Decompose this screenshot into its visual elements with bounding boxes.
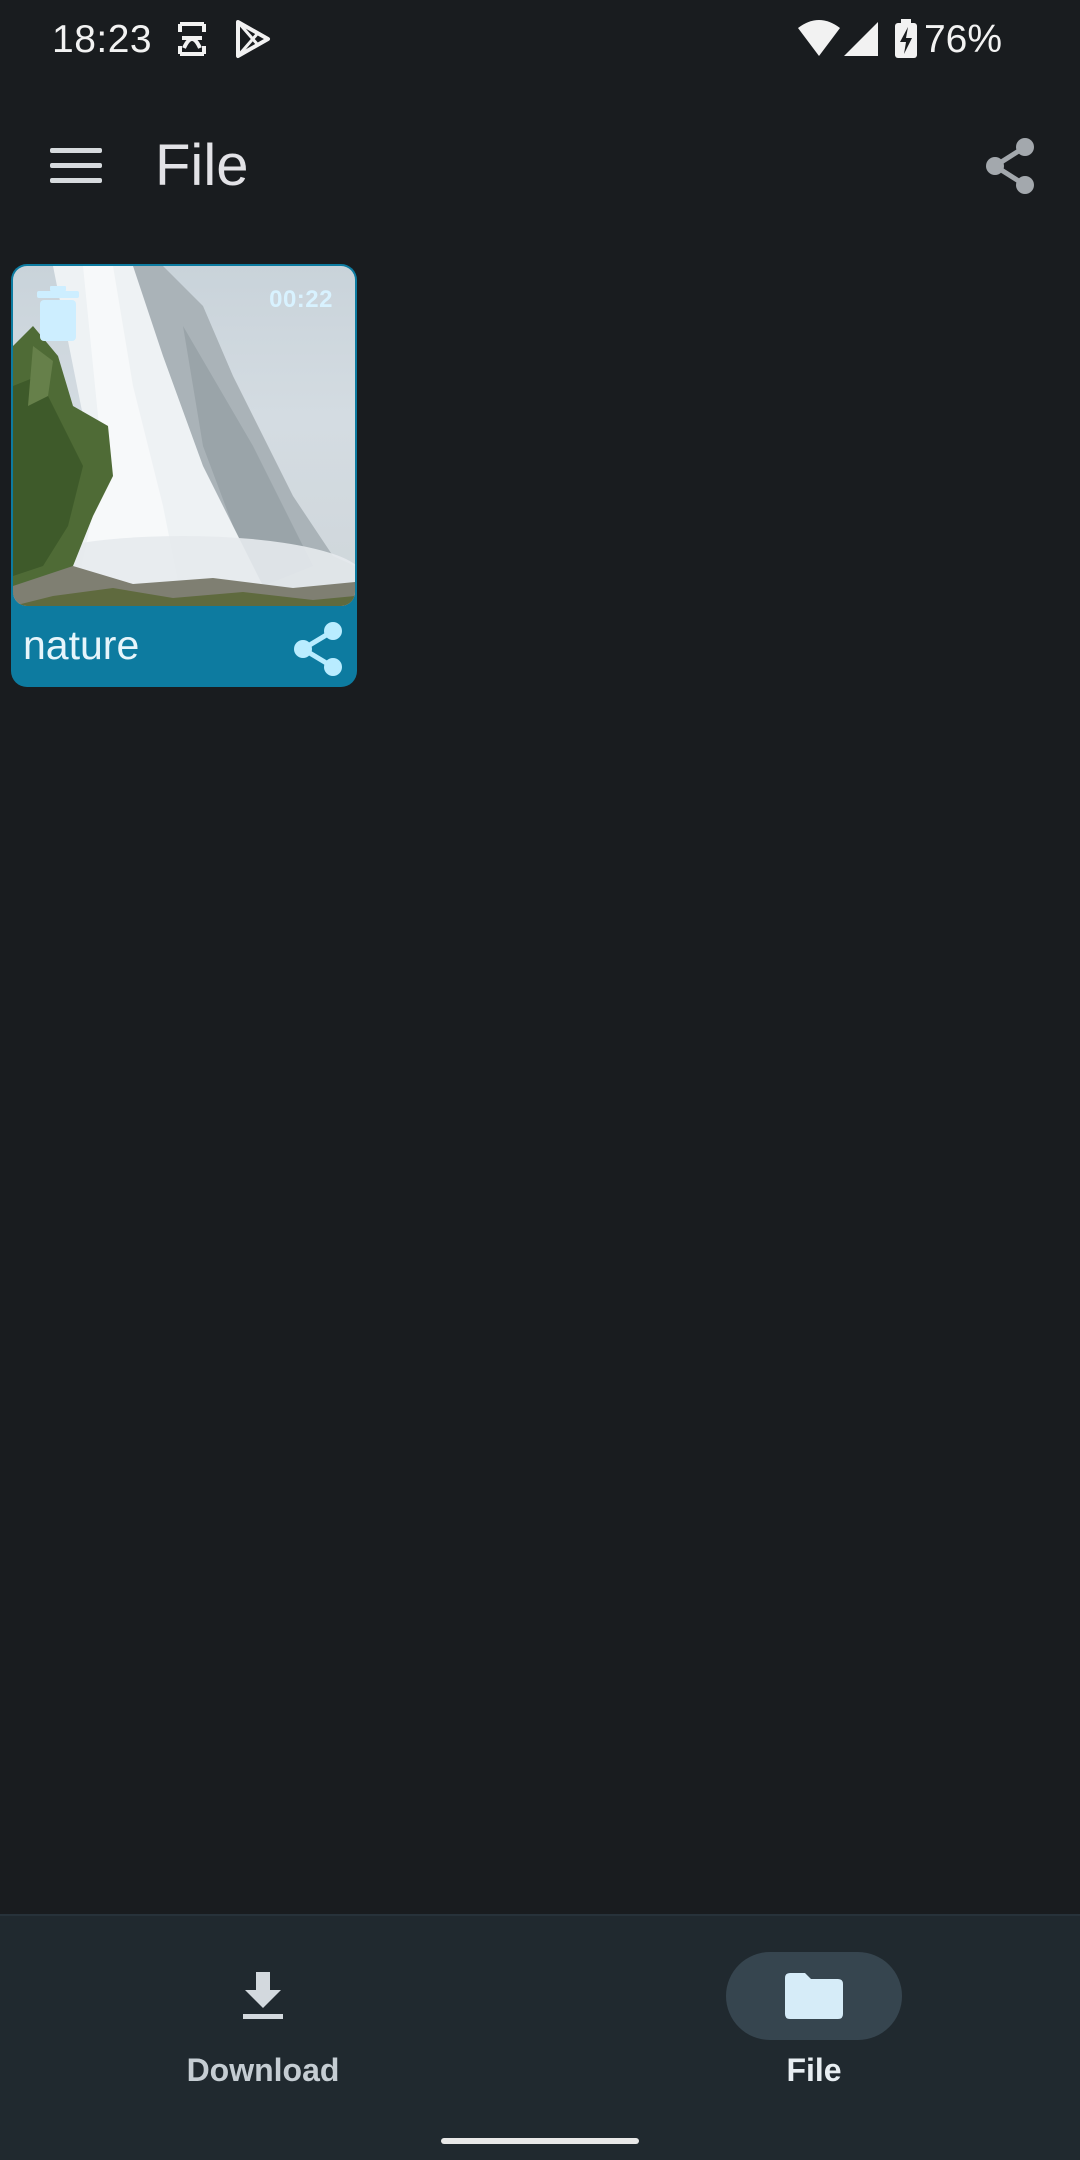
- battery-charging-icon: [892, 18, 920, 60]
- page-title: File: [155, 133, 249, 198]
- file-share-button[interactable]: [285, 616, 351, 682]
- bottom-navigation: Download File: [0, 1914, 1080, 2160]
- wifi-icon: [796, 18, 842, 60]
- nav-selected-indicator: [726, 1952, 902, 2040]
- nav-item-file[interactable]: File: [684, 1952, 944, 2092]
- video-duration: 00:22: [269, 286, 333, 313]
- top-app-bar: File: [0, 100, 1080, 230]
- menu-button[interactable]: [40, 130, 112, 202]
- share-icon: [294, 622, 342, 676]
- nav-item-download[interactable]: Download: [133, 1952, 393, 2092]
- download-icon: [243, 1972, 283, 2019]
- video-thumbnail[interactable]: 00:22: [13, 266, 355, 606]
- cell-signal-icon: [842, 18, 882, 60]
- app-notification-icon: [172, 18, 212, 60]
- nav-label-file: File: [786, 2052, 842, 2088]
- share-button[interactable]: [974, 130, 1046, 202]
- status-time: 18:23: [52, 18, 153, 61]
- home-indicator[interactable]: [441, 2138, 639, 2144]
- nav-label-download: Download: [186, 2052, 340, 2088]
- screen: 18:23 76% File 00:22 nature Download Fil…: [0, 0, 1080, 2160]
- folder-icon: [785, 1973, 843, 2019]
- hamburger-menu-icon: [50, 148, 102, 183]
- status-bar: 18:23 76%: [0, 0, 1080, 80]
- delete-button[interactable]: [35, 286, 81, 342]
- file-card[interactable]: 00:22 nature: [11, 264, 357, 687]
- file-name: nature: [23, 622, 140, 668]
- trash-icon: [37, 286, 79, 341]
- play-store-icon: [232, 18, 272, 60]
- nav-icon-container: [175, 1952, 351, 2040]
- share-icon: [986, 138, 1034, 194]
- battery-percentage: 76%: [923, 18, 1002, 61]
